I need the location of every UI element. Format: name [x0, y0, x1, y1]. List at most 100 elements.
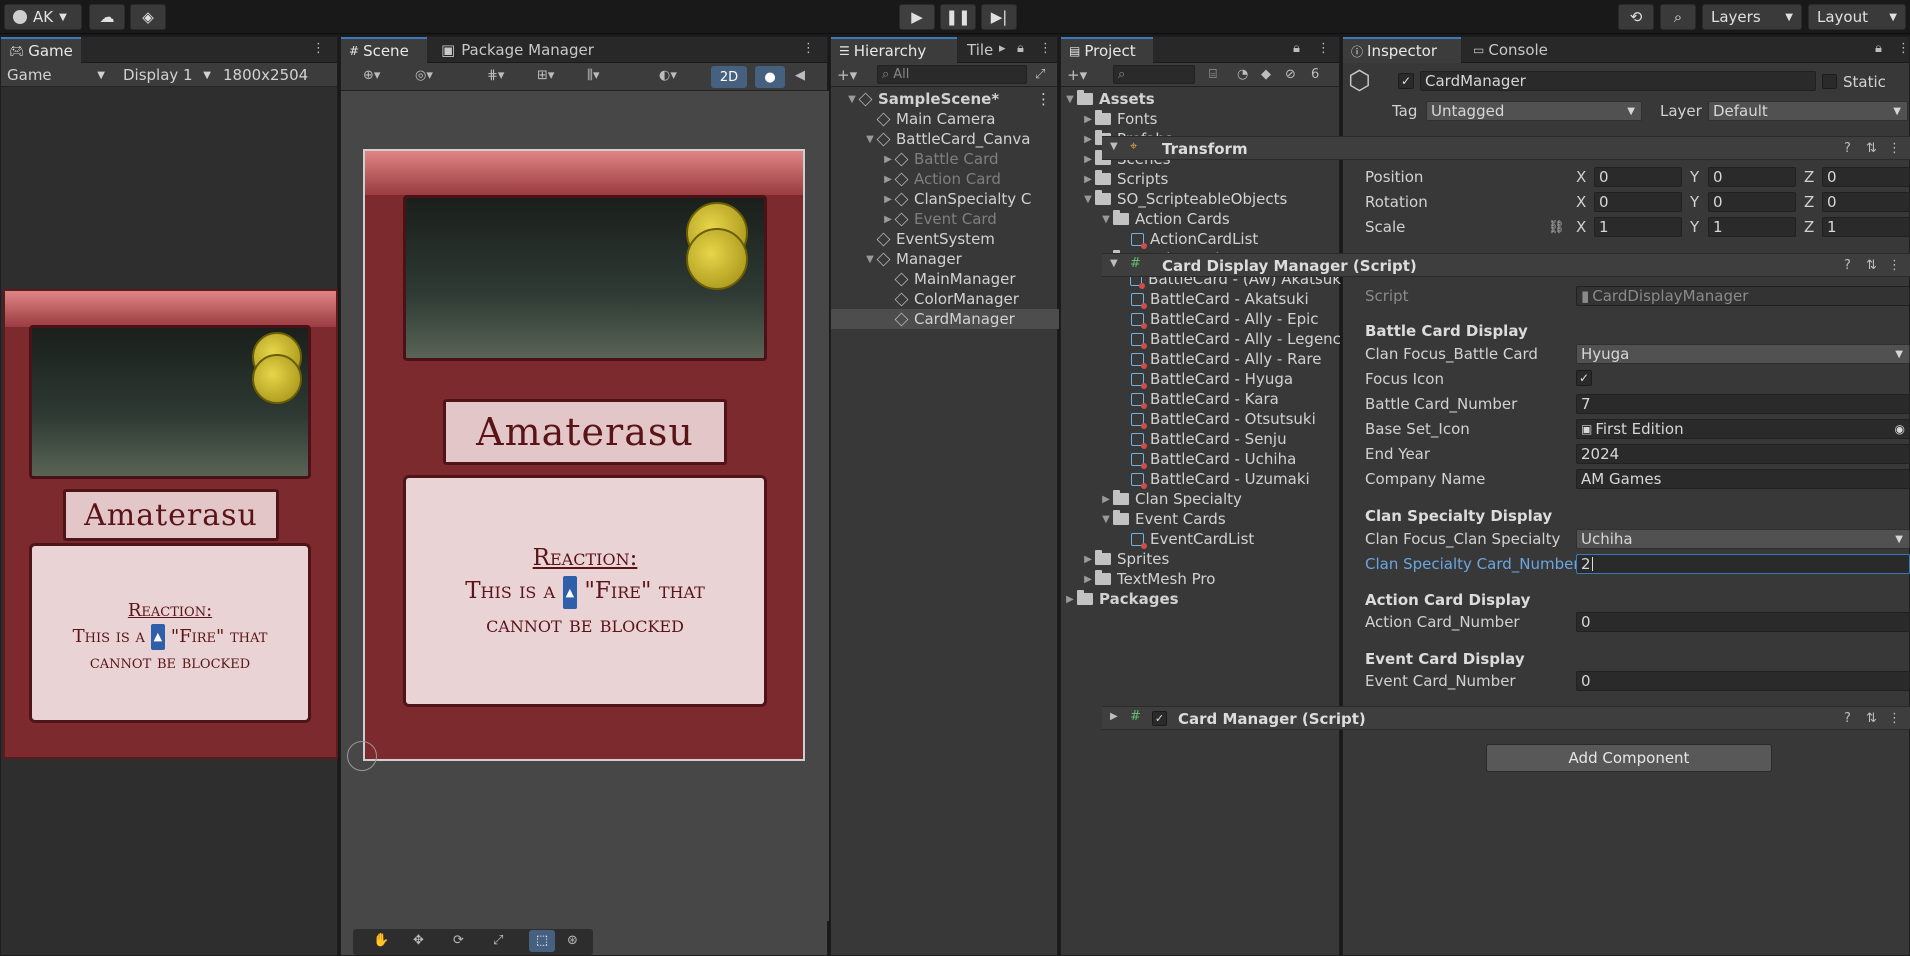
axis-x-label[interactable]: X — [1576, 218, 1586, 236]
tab-hierarchy[interactable]: ☰ Hierarchy — [831, 37, 957, 63]
tab-scene[interactable]: # Scene — [341, 37, 427, 63]
project-item[interactable]: BattleCard - Ally - Epic — [1061, 309, 1341, 329]
axis-z-label[interactable]: Z — [1804, 193, 1814, 211]
globe-icon[interactable]: ◎▾ — [415, 68, 433, 83]
axis-z-label[interactable]: Z — [1804, 218, 1814, 236]
preset-icon[interactable]: ⇅ — [1866, 141, 1877, 156]
project-item[interactable]: BattleCard - Ally - Rare — [1061, 349, 1341, 369]
help-icon[interactable]: ? — [1844, 711, 1851, 726]
more-icon[interactable]: ⋮ — [312, 41, 325, 56]
enabled-checkbox[interactable]: ✓ — [1152, 711, 1167, 726]
shading-icon[interactable]: ◐▾ — [659, 68, 677, 83]
battle-number-input[interactable]: 7 — [1576, 394, 1910, 414]
tag-dropdown[interactable]: Untagged ▼ — [1426, 101, 1642, 121]
clan-specialty-number-input[interactable]: 2 — [1576, 554, 1910, 574]
rect-handle[interactable] — [347, 741, 377, 771]
hierarchy-item[interactable]: ▶ Battle Card — [831, 149, 1059, 169]
chevron-right-icon[interactable]: ▶ — [1081, 114, 1095, 125]
project-item[interactable]: ▶ Fonts — [1061, 109, 1341, 129]
chevron-right-icon[interactable]: ▶ — [1081, 154, 1095, 165]
layers-dropdown[interactable]: Layers ▼ — [1702, 4, 1802, 30]
project-item[interactable]: ▼ SO_ScripteableObjects — [1061, 189, 1341, 209]
grid-snap-icon[interactable]: ⊞▾ — [537, 68, 554, 83]
project-item[interactable]: EventCardList — [1061, 529, 1341, 549]
expand-icon[interactable]: ⤢ — [1035, 67, 1045, 82]
chevron-down-icon[interactable]: ▼ — [1081, 194, 1095, 205]
gizmo-tool-icon[interactable]: ⊕▾ — [363, 68, 380, 83]
end-year-input[interactable]: 2024 — [1576, 444, 1910, 464]
help-icon[interactable]: ? — [1844, 141, 1851, 156]
lock-icon[interactable]: 🔒︎ — [1293, 41, 1300, 56]
add-icon[interactable]: +▾ — [837, 66, 857, 84]
tab-tile[interactable]: Tile — [959, 37, 1001, 63]
rect-tool-icon[interactable]: ⬚ — [529, 930, 555, 952]
chevron-right-icon[interactable]: ▶ — [1081, 174, 1095, 185]
tab-game[interactable]: 🎮︎ Game — [1, 37, 81, 63]
step-button[interactable]: ▶| — [981, 4, 1017, 30]
axis-x-label[interactable]: X — [1576, 168, 1586, 186]
more-icon[interactable]: ⋮ — [1036, 90, 1051, 108]
scale-x-input[interactable]: 1 — [1594, 217, 1682, 237]
project-item[interactable]: BattleCard - Hyuga — [1061, 369, 1341, 389]
chevron-right-icon[interactable]: ▸ — [999, 41, 1006, 56]
ruler-icon[interactable]: ⫼▾ — [587, 68, 600, 83]
hierarchy-item[interactable]: ▶ Action Card — [831, 169, 1059, 189]
hierarchy-item[interactable]: ▶ ClanSpecialty C — [831, 189, 1059, 209]
chevron-right-icon[interactable]: ▶ — [1081, 554, 1095, 565]
game-mode-dropdown[interactable]: Game ▼ — [3, 65, 109, 85]
scale-tool-icon[interactable]: ⤢ — [493, 933, 503, 948]
static-checkbox[interactable] — [1822, 74, 1837, 89]
preset-icon[interactable]: ⇅ — [1866, 258, 1877, 273]
clan-focus-specialty-dropdown[interactable]: Uchiha ▼ — [1576, 529, 1910, 549]
project-item[interactable]: ActionCardList — [1061, 229, 1341, 249]
hierarchy-item[interactable]: Main Camera — [831, 109, 1059, 129]
label-filter-icon[interactable]: ◆ — [1261, 67, 1271, 82]
tab-console[interactable]: ▭ Console — [1465, 37, 1556, 63]
preset-icon[interactable]: ⇅ — [1866, 711, 1877, 726]
rotation-z-input[interactable]: 0 — [1822, 192, 1910, 212]
hand-tool-icon[interactable]: ✋ — [373, 933, 389, 948]
card-manager-header[interactable]: ▶ # ✓ Card Manager (Script) ? ⇅ ⋮ — [1102, 706, 1910, 730]
clan-focus-battle-dropdown[interactable]: Hyuga ▼ — [1576, 344, 1910, 364]
help-icon[interactable]: ? — [1844, 258, 1851, 273]
chevron-down-icon[interactable]: ▼ — [845, 94, 859, 105]
more-icon[interactable]: ⋮ — [1039, 41, 1052, 56]
chevron-right-icon[interactable]: ▶ — [1099, 494, 1113, 505]
base-set-field[interactable]: ▣ First Edition ◉ — [1576, 419, 1910, 439]
hierarchy-item[interactable]: MainManager — [831, 269, 1059, 289]
transform-tool-icon[interactable]: ⊛ — [567, 933, 578, 948]
chevron-right-icon[interactable]: ▶ — [1081, 574, 1095, 585]
chevron-right-icon[interactable]: ▶ — [881, 174, 895, 185]
tab-package-manager[interactable]: ▣ Package Manager — [433, 37, 602, 63]
layer-dropdown[interactable]: Default ▼ — [1708, 101, 1908, 121]
project-item[interactable]: BattleCard - Otsutsuki — [1061, 409, 1341, 429]
chevron-down-icon[interactable]: ▼ — [1063, 94, 1077, 105]
active-checkbox[interactable]: ✓ — [1398, 73, 1414, 89]
search-filter-icon[interactable]: ⌸ — [1209, 67, 1217, 82]
transform-header[interactable]: ▼ ⌖ Transform ? ⇅ ⋮ — [1102, 136, 1910, 160]
tab-project[interactable]: ▤ Project — [1061, 37, 1153, 63]
chevron-right-icon[interactable]: ▶ — [881, 214, 895, 225]
add-component-button[interactable]: Add Component — [1486, 744, 1772, 772]
hierarchy-item[interactable]: ▼ Manager — [831, 249, 1059, 269]
scale-y-input[interactable]: 1 — [1708, 217, 1796, 237]
add-icon[interactable]: +▾ — [1067, 66, 1087, 84]
company-name-input[interactable]: AM Games — [1576, 469, 1910, 489]
script-field[interactable]: ▮ CardDisplayManager — [1576, 286, 1910, 306]
event-number-input[interactable]: 0 — [1576, 671, 1910, 691]
action-number-input[interactable]: 0 — [1576, 612, 1910, 632]
chevron-right-icon[interactable]: ▶ — [881, 154, 895, 165]
search-button[interactable]: ⌕ — [1660, 4, 1696, 30]
hierarchy-item[interactable]: EventSystem — [831, 229, 1059, 249]
position-z-input[interactable]: 0 — [1822, 167, 1910, 187]
more-icon[interactable]: ⋮ — [1317, 41, 1330, 56]
card-display-manager-header[interactable]: ▼ # Card Display Manager (Script) ? ⇅ ⋮ — [1102, 253, 1910, 277]
rotation-x-input[interactable]: 0 — [1594, 192, 1682, 212]
more-icon[interactable]: ⋮ — [1897, 41, 1910, 56]
project-item[interactable]: ▶ TextMesh Pro — [1061, 569, 1341, 589]
focus-icon-checkbox[interactable]: ✓ — [1576, 370, 1592, 386]
more-icon[interactable]: ⋮ — [1888, 711, 1901, 726]
more-icon[interactable]: ⋮ — [1888, 141, 1901, 156]
project-item[interactable]: ▶ Scripts — [1061, 169, 1341, 189]
lock-icon[interactable]: 🔒︎ — [1875, 41, 1882, 56]
